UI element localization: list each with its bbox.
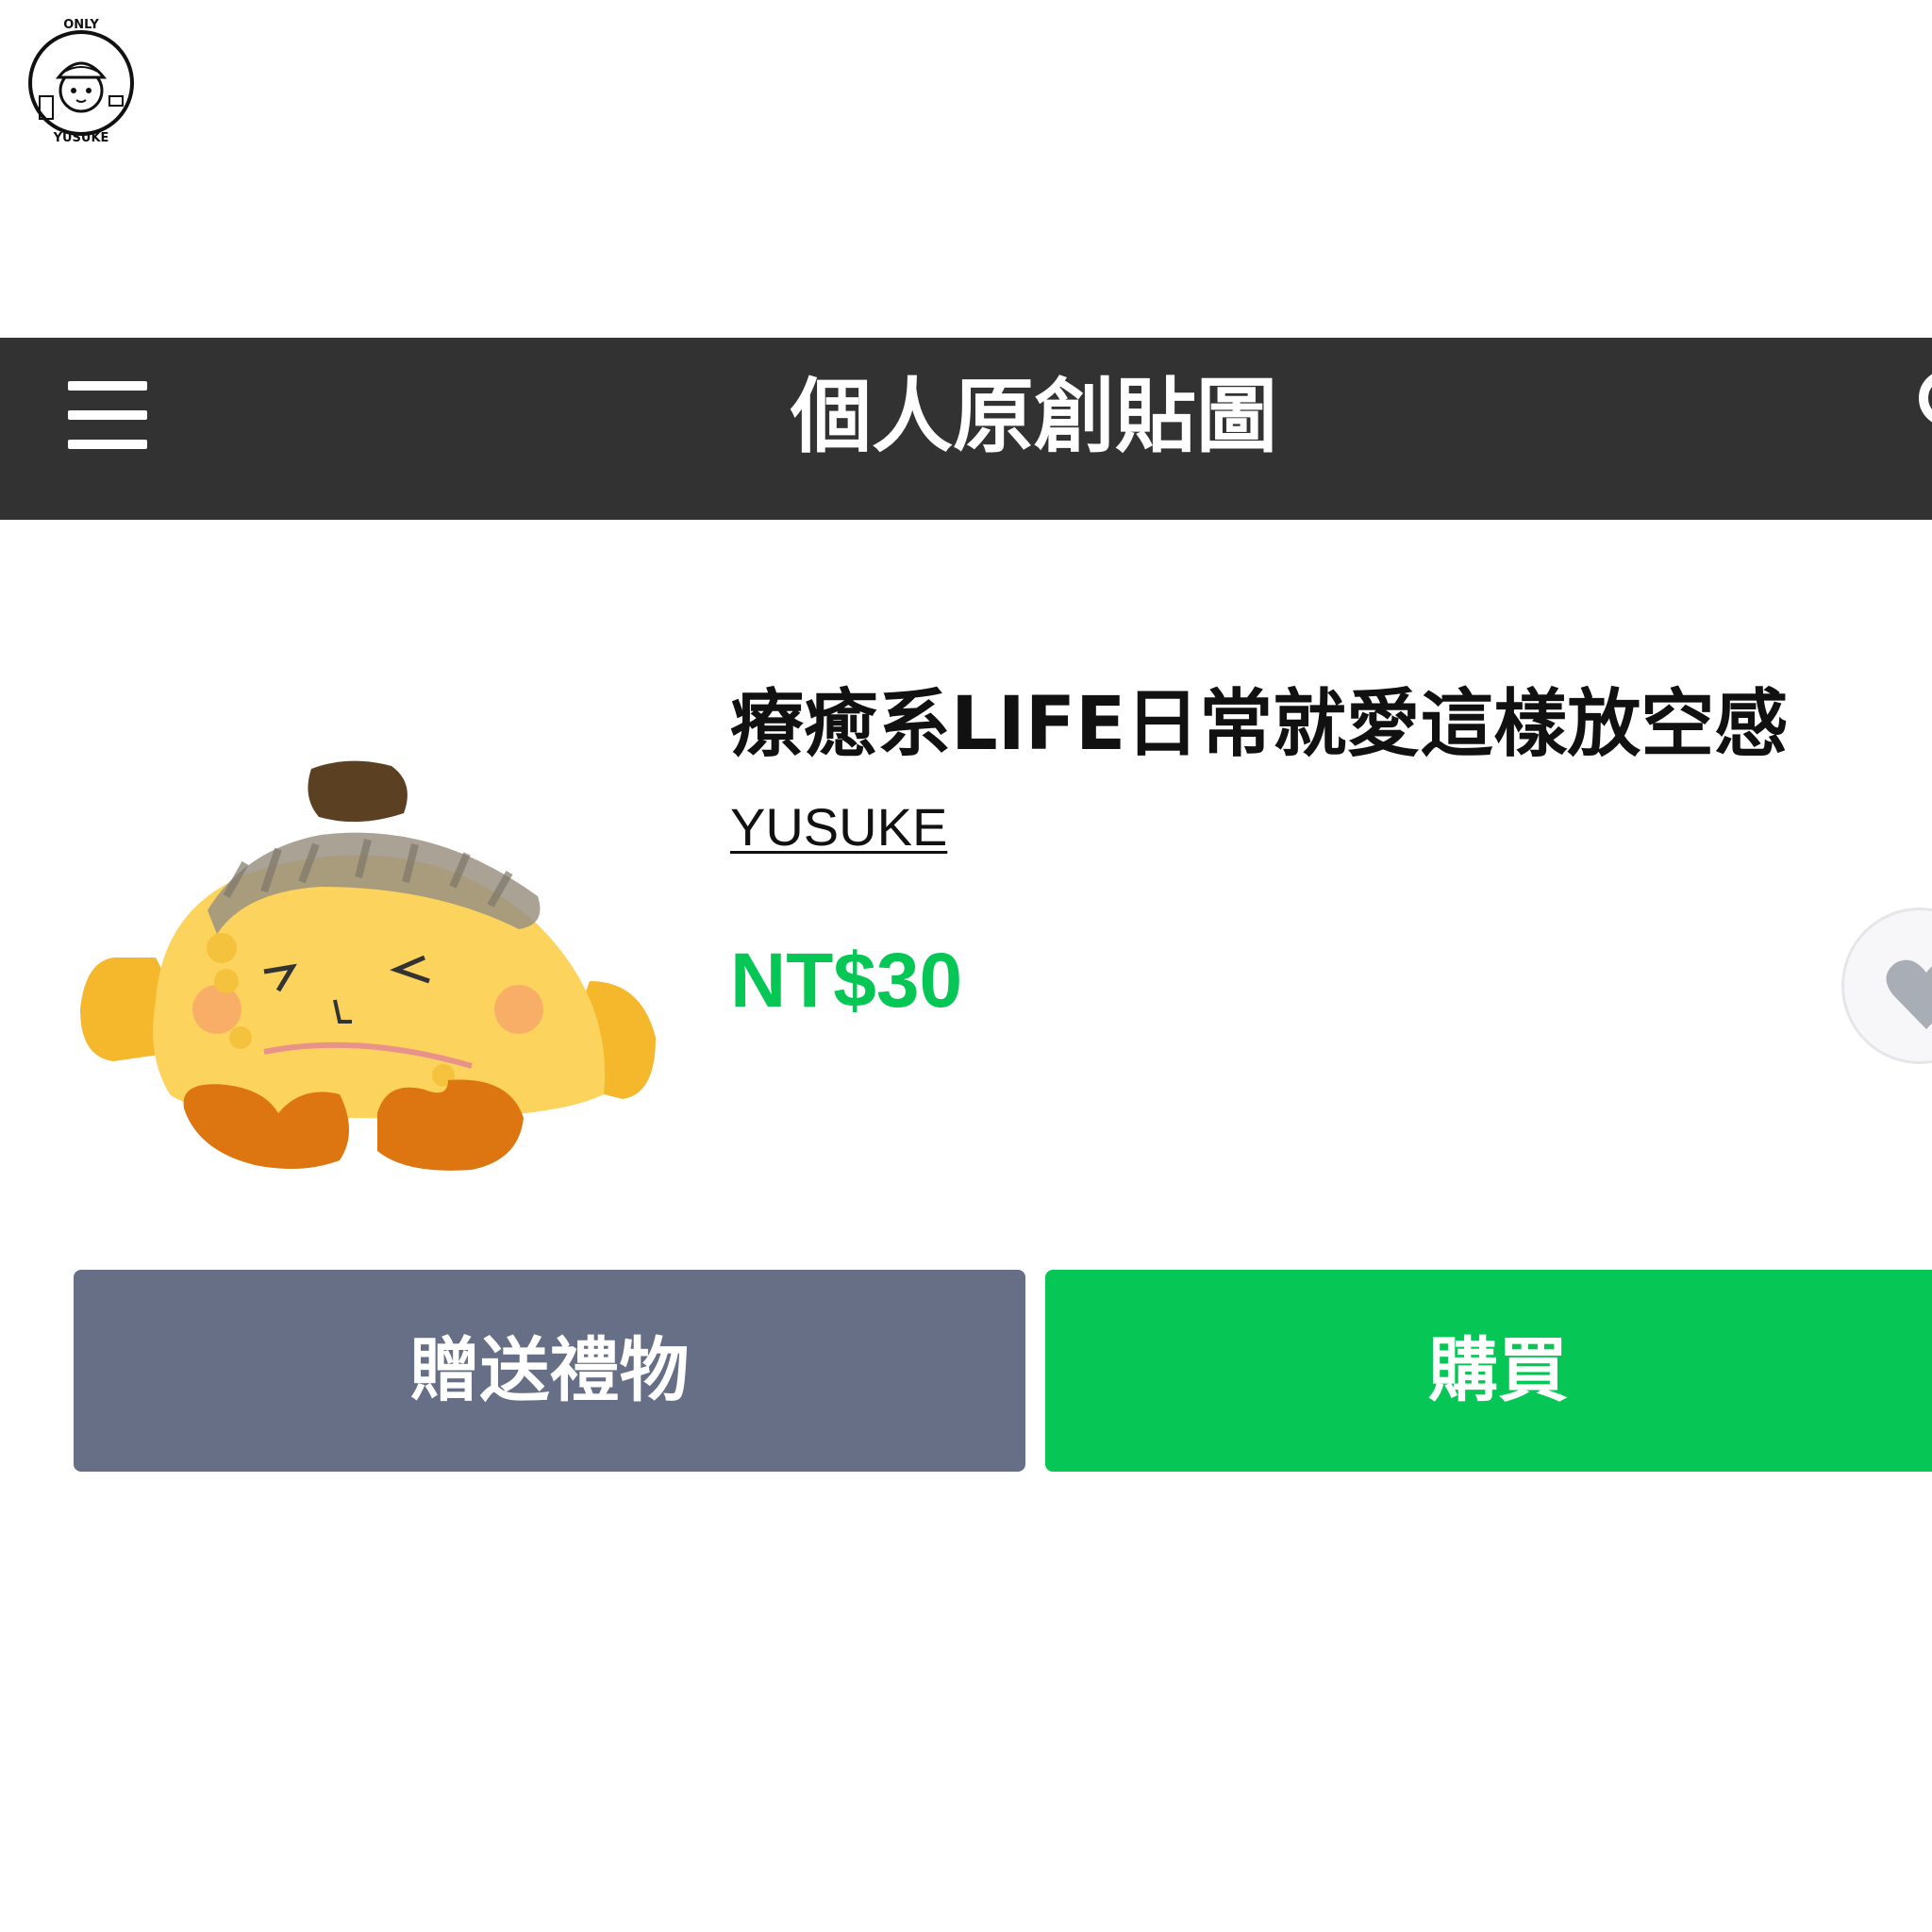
sticker-image[interactable] (75, 755, 660, 1189)
watermark-logo: ONLY YUSUKE (28, 18, 134, 143)
heart-icon (1886, 959, 1932, 1029)
favorite-button[interactable] (1841, 908, 1932, 1064)
product-title: 療癒系LIFE日常就愛這樣放空感 (730, 682, 1789, 767)
price-label: NT$30 (730, 938, 963, 1024)
watermark-bottom-text: YUSUKE (53, 131, 109, 143)
page: ONLY YUSUKE 個人原創貼圖 療癒系LIFE日常就愛這樣放空感 YUSU… (0, 0, 1932, 1932)
page-title: 個人原創貼圖 (791, 370, 1277, 464)
buy-button[interactable]: 購買 (1045, 1270, 1932, 1472)
send-gift-button[interactable]: 贈送禮物 (74, 1270, 1025, 1472)
author-link[interactable]: YUSUKE (730, 794, 947, 860)
watermark-top-text: ONLY (63, 18, 99, 32)
